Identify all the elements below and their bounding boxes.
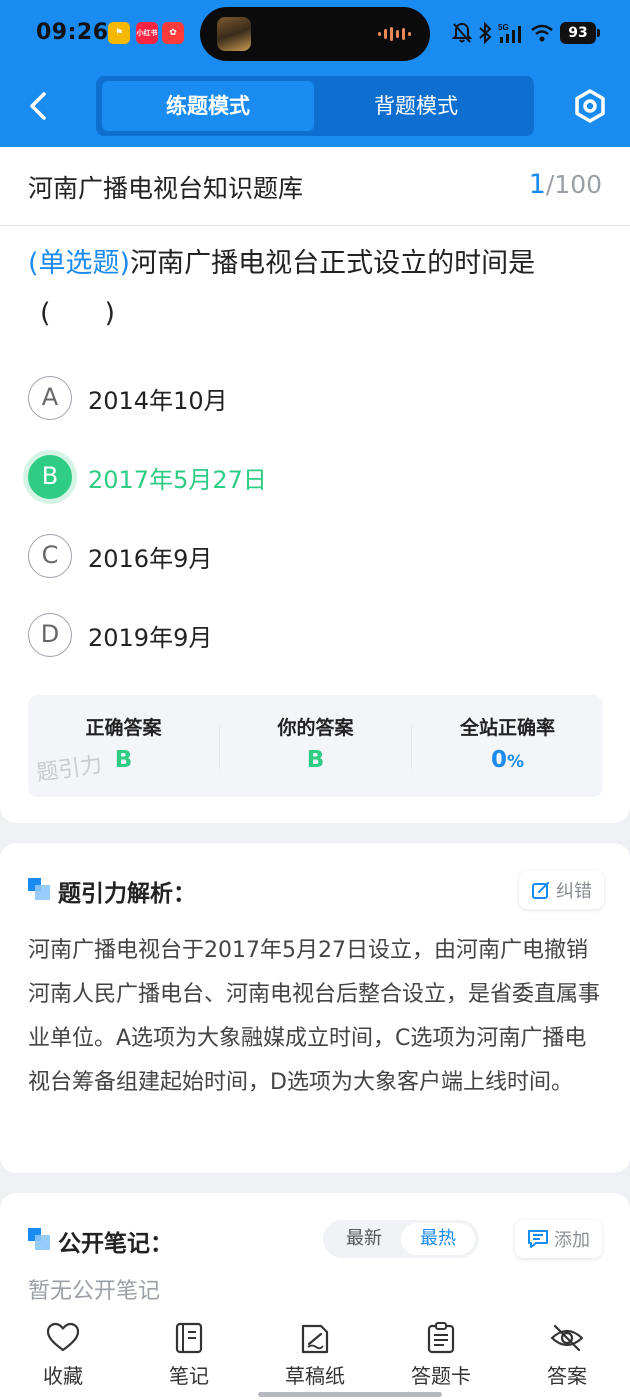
status-bar: 09:26 ⚑ 小红书 ✿ 5G 93	[0, 0, 630, 66]
current-question-number: 1	[528, 169, 546, 200]
accuracy-rate-label: 全站正确率	[459, 717, 555, 739]
answer-card-icon	[427, 1322, 455, 1354]
sort-newest[interactable]: 最新	[327, 1223, 401, 1255]
question-card: 河南广播电视台知识题库 1/100 (单选题)河南广播电视台正式设立的时间是 (…	[0, 147, 630, 823]
accuracy-rate-stat: 全站正确率 0%	[412, 695, 603, 797]
tab-practice-mode[interactable]: 练题模式	[102, 81, 314, 131]
media-thumbnail	[217, 17, 251, 51]
settings-hexagon-icon[interactable]	[572, 88, 608, 124]
option-c[interactable]: C 2016年9月	[28, 533, 212, 579]
notes-title: 公开笔记：	[58, 1231, 173, 1257]
option-b[interactable]: B 2017年5月27日	[28, 454, 267, 500]
mute-bell-icon	[452, 22, 472, 43]
option-d[interactable]: D 2019年9月	[28, 612, 212, 658]
notebook-icon	[175, 1322, 203, 1354]
analysis-title: 题引力解析：	[58, 881, 196, 907]
correct-answer-label: 正确答案	[85, 717, 162, 739]
option-a[interactable]: A 2014年10月	[28, 375, 228, 421]
home-indicator[interactable]	[258, 1392, 442, 1397]
add-note-button[interactable]: 添加	[515, 1220, 602, 1258]
app-badge-icon-2: ✿	[162, 22, 184, 44]
sort-hottest[interactable]: 最热	[401, 1223, 475, 1255]
nav-label: 答题卡	[411, 1364, 471, 1388]
nav-notes[interactable]: 笔记	[134, 1322, 244, 1389]
question-bank-title: 河南广播电视台知识题库	[28, 174, 304, 203]
option-letter: C	[28, 534, 72, 578]
option-letter: A	[28, 376, 72, 420]
nav-label: 收藏	[43, 1364, 83, 1388]
your-answer-stat: 你的答案 B	[220, 695, 411, 797]
nav-label: 笔记	[169, 1364, 209, 1388]
app-badge-icon: ⚑	[108, 22, 130, 44]
section-squares-icon	[28, 878, 50, 900]
your-answer-value: B	[306, 747, 325, 773]
analysis-text: 河南广播电视台于2017年5月27日设立，由河南广电撤销河南人民广播电台、河南电…	[28, 938, 601, 1095]
option-text: 2019年9月	[88, 623, 213, 652]
audio-wave-icon	[378, 27, 411, 41]
tab-memorize-mode[interactable]: 背题模式	[310, 81, 522, 131]
nav-label: 草稿纸	[285, 1364, 345, 1388]
option-text: 2017年5月27日	[88, 465, 267, 494]
draft-paper-icon	[301, 1324, 329, 1354]
heart-icon	[46, 1322, 80, 1352]
eye-off-icon	[550, 1324, 584, 1352]
signal-5g-icon: 5G	[498, 23, 521, 43]
correct-answer-stat: 正确答案 B 题引力	[28, 695, 219, 797]
status-icons: 5G 93	[452, 18, 600, 48]
question-text: 河南广播电视台正式设立的时间是	[130, 248, 536, 279]
analysis-card: 题引力解析： 纠错 河南广播电视台于2017年5月27日设立，由河南广电撤销河南…	[0, 843, 630, 1173]
your-answer-label: 你的答案	[277, 717, 354, 739]
xiaohongshu-badge-icon: 小红书	[136, 22, 158, 44]
nav-draft-paper[interactable]: 草稿纸	[260, 1322, 370, 1389]
battery-indicator: 93	[560, 22, 600, 44]
status-time: 09:26	[36, 20, 109, 45]
app-header: 09:26 ⚑ 小红书 ✿ 5G 93 练题模式 背题模式	[0, 0, 630, 147]
accuracy-rate-unit: %	[506, 752, 525, 772]
nav-label: 答案	[547, 1364, 587, 1388]
mode-switch: 练题模式 背题模式	[96, 76, 534, 136]
comment-icon	[528, 1230, 548, 1248]
bluetooth-icon	[479, 22, 492, 44]
section-squares-icon	[28, 1228, 50, 1250]
question-counter: 1/100	[529, 169, 602, 200]
report-error-label: 纠错	[556, 881, 592, 902]
wifi-icon	[531, 24, 553, 42]
question-type: (单选题)	[28, 248, 131, 279]
bottom-toolbar: 收藏 笔记 草稿纸 答题卡 答案	[0, 1314, 630, 1400]
option-text: 2014年10月	[88, 386, 228, 415]
total-questions: /100	[545, 170, 602, 199]
edit-icon	[532, 882, 549, 899]
back-button[interactable]	[22, 88, 58, 124]
report-error-button[interactable]: 纠错	[519, 871, 604, 909]
add-note-label: 添加	[554, 1230, 590, 1251]
nav-favorite[interactable]: 收藏	[8, 1322, 118, 1389]
divider	[0, 225, 630, 226]
svg-text:5G: 5G	[498, 23, 509, 32]
option-letter: B	[28, 455, 72, 499]
question-stem: (单选题)河南广播电视台正式设立的时间是 ( )	[28, 239, 608, 339]
accuracy-rate-number: 0	[490, 747, 507, 773]
answer-stats: 正确答案 B 题引力 你的答案 B 全站正确率 0%	[28, 695, 603, 797]
option-text: 2016年9月	[88, 544, 213, 573]
notes-sort-toggle: 最新 最热	[323, 1220, 479, 1258]
option-letter: D	[28, 613, 72, 657]
nav-show-answer[interactable]: 答案	[512, 1322, 622, 1389]
nav-answer-card[interactable]: 答题卡	[386, 1322, 496, 1389]
empty-notes-text: 暂无公开笔记	[28, 1279, 161, 1304]
accuracy-rate-value: 0%	[412, 747, 603, 773]
question-blank: ( )	[40, 298, 116, 329]
dynamic-island	[200, 7, 430, 61]
